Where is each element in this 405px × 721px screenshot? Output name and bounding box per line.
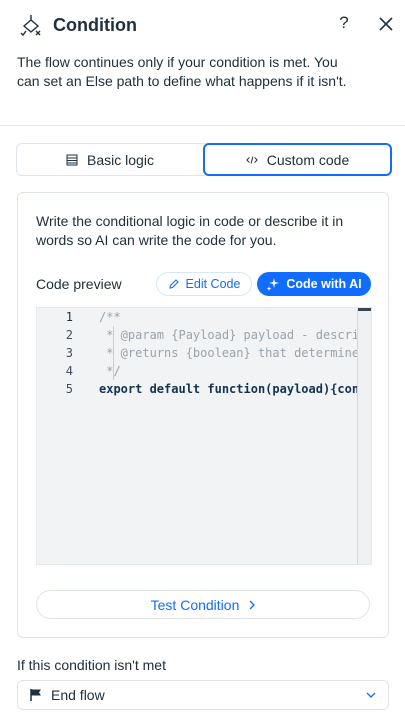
condition-branch-icon (20, 15, 41, 37)
edit-code-button[interactable]: Edit Code (156, 272, 252, 296)
line-number: 5 (65, 382, 73, 396)
tab-custom-code[interactable]: Custom code (203, 143, 392, 176)
chevron-down-icon (366, 692, 376, 698)
edit-code-label: Edit Code (185, 277, 241, 291)
code-line: export default function(payload){const (99, 382, 357, 396)
code-icon (245, 155, 258, 164)
tab-basic-logic-label: Basic logic (87, 151, 154, 168)
code-line: /** (99, 310, 121, 324)
panel-header: Condition ? The flow continues only if y… (0, 0, 405, 126)
else-path-value: End flow (51, 687, 105, 703)
pencil-icon (168, 279, 179, 289)
list-icon (66, 154, 78, 165)
code-area: /** * @param {Payload} payload - descrip… (99, 308, 357, 564)
code-with-ai-button[interactable]: Code with AI (257, 272, 371, 296)
code-preview-label: Code preview (36, 276, 122, 292)
code-editor-preview[interactable]: 1 2 3 4 5 /** * @param {Payload} payload… (36, 307, 372, 565)
tab-basic-logic[interactable]: Basic logic (16, 143, 204, 176)
line-number-gutter: 1 2 3 4 5 (37, 308, 81, 564)
flag-icon (30, 689, 41, 701)
panel-description: The flow continues only if your conditio… (17, 54, 347, 89)
editor-scrollbar[interactable] (357, 308, 371, 564)
code-line: */ (99, 364, 121, 378)
code-with-ai-label: Code with AI (286, 277, 362, 291)
scrollbar-thumb[interactable] (358, 308, 371, 311)
close-icon[interactable] (376, 14, 396, 34)
line-number: 1 (65, 310, 73, 324)
test-condition-button[interactable]: Test Condition (36, 590, 370, 619)
panel-title: Condition (53, 15, 137, 35)
sparkle-icon (266, 278, 280, 291)
help-button[interactable]: ? (335, 13, 353, 35)
chevron-right-icon (249, 600, 256, 609)
else-path-dropdown[interactable]: End flow (17, 680, 389, 710)
else-path-label: If this condition isn't met (17, 657, 166, 673)
code-line: * @returns {boolean} that determines (99, 346, 357, 360)
line-number: 2 (65, 328, 73, 342)
line-number: 3 (65, 346, 73, 360)
test-condition-label: Test Condition (150, 596, 240, 613)
logic-mode-toggle: Basic logic Custom code (16, 143, 392, 176)
tab-custom-code-label: Custom code (266, 151, 350, 168)
line-number: 4 (65, 364, 73, 378)
code-line: * @param {Payload} payload - descript (99, 328, 357, 342)
custom-code-card: Write the conditional logic in code or d… (17, 192, 389, 638)
card-description: Write the conditional logic in code or d… (36, 213, 344, 248)
